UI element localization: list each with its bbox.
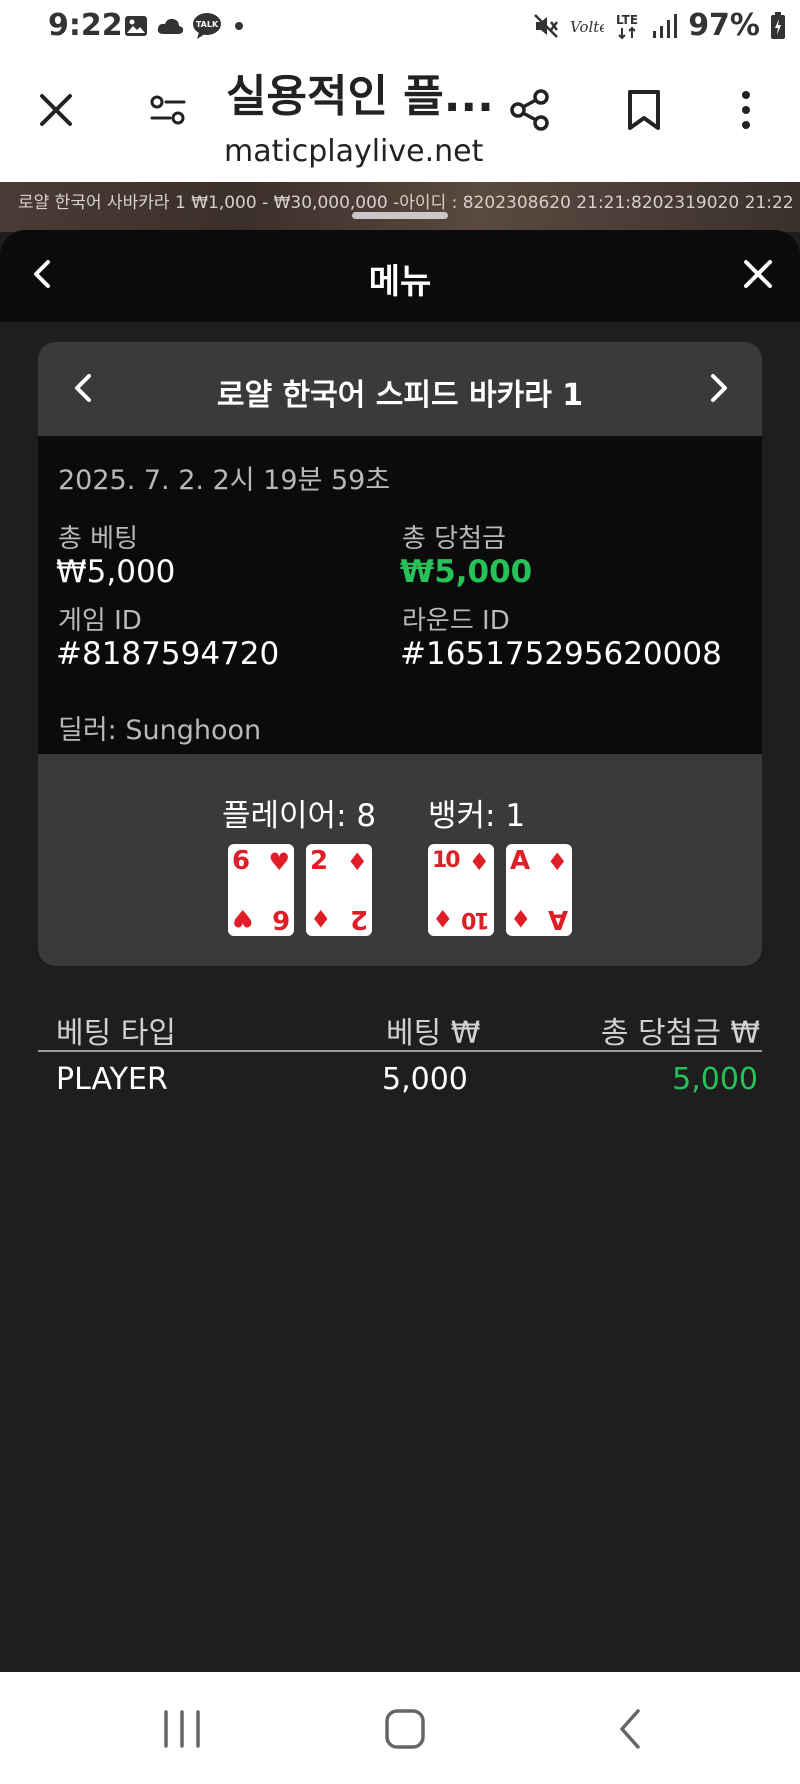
bookmark-icon <box>628 90 660 130</box>
game-id-label: 게임 ID <box>58 606 142 636</box>
system-nav-bar <box>0 1672 800 1784</box>
sheet-drag-handle[interactable] <box>352 212 448 219</box>
bet-win-cell: 5,000 <box>672 1062 758 1097</box>
more-options-button[interactable] <box>718 82 774 138</box>
player-card-1: 6 ♥ ♥ 6 <box>228 844 294 936</box>
back-icon <box>620 1709 640 1749</box>
talk-icon: TALK <box>193 13 221 39</box>
lte-icon: LTE <box>616 13 638 39</box>
svg-text:TALK: TALK <box>196 20 219 29</box>
game-name: 로얄 한국어 스피드 바카라 1 <box>216 378 584 413</box>
tune-icon <box>150 95 186 125</box>
home-button[interactable] <box>375 1702 435 1756</box>
share-button[interactable] <box>502 82 558 138</box>
bet-type-header: 베팅 타입 <box>56 1016 176 1051</box>
site-settings-button[interactable] <box>140 82 196 138</box>
total-bet-label: 총 베팅 <box>58 524 139 554</box>
dealer-name: 딜러: Sunghoon <box>58 715 262 746</box>
battery-icon <box>771 11 785 39</box>
close-icon <box>744 260 772 288</box>
bet-amount-header: 베팅 ₩ <box>386 1016 481 1051</box>
card-result-area: 플레이어: 8 뱅커: 1 6 ♥ ♥ 6 2 ♦ ♦ 2 10 ♦ ♦ 10 <box>38 754 762 966</box>
signal-icon <box>653 13 678 38</box>
game-details: 2025. 7. 2. 2시 19분 59초 총 베팅 ₩5,000 총 당첨금… <box>38 436 762 754</box>
dot-icon <box>235 22 243 30</box>
recent-apps-button[interactable] <box>152 1702 212 1756</box>
game-history-card: 로얄 한국어 스피드 바카라 1 2025. 7. 2. 2시 19분 59초 … <box>38 342 762 966</box>
share-icon <box>510 89 549 131</box>
bet-table: 베팅 타입 베팅 ₩ 총 당첨금 ₩ PLAYER 5,000 5,000 <box>38 1000 762 1108</box>
recent-apps-icon <box>164 1710 200 1748</box>
video-ticker: 로얄 한국어 사바카라 1 ₩1,000 - ₩30,000,000 -아이디 … <box>0 182 800 232</box>
chevron-right-icon <box>711 374 727 402</box>
total-bet-value: ₩5,000 <box>56 554 176 590</box>
browser-toolbar: 실용적인 플... maticplaylive.net <box>0 52 800 182</box>
page-title: 실용적인 플... <box>226 71 494 122</box>
banker-card-2: A ♦ ♦ A <box>506 844 572 936</box>
table-row: PLAYER 5,000 5,000 <box>38 1052 762 1108</box>
close-icon <box>40 94 72 126</box>
mute-icon <box>534 13 559 38</box>
player-card-2: 2 ♦ ♦ 2 <box>306 844 372 936</box>
next-game-button[interactable] <box>696 366 740 410</box>
notification-icons: TALK <box>124 12 248 40</box>
gallery-icon <box>125 16 147 36</box>
home-icon <box>385 1709 425 1749</box>
bet-amount-cell: 5,000 <box>382 1062 468 1097</box>
player-score: 플레이어: 8 <box>222 798 377 834</box>
close-tab-button[interactable] <box>28 82 84 138</box>
total-win-label: 총 당첨금 <box>402 524 506 554</box>
cloud-icon <box>157 18 184 34</box>
page-url[interactable]: maticplaylive.net <box>224 134 483 169</box>
system-icons: Volte LTE 97% <box>532 8 786 43</box>
bet-type-cell: PLAYER <box>56 1062 168 1097</box>
banker-card-1: 10 ♦ ♦ 10 <box>428 844 494 936</box>
menu-header: 메뉴 <box>0 230 800 322</box>
volte-icon: Volte <box>570 18 604 36</box>
menu-sheet: 메뉴 로얄 한국어 스피드 바카라 1 2025. 7. 2. 2시 19분 5… <box>0 230 800 1672</box>
game-header: 로얄 한국어 스피드 바카라 1 <box>38 342 762 436</box>
status-bar: 9:22 TALK Volte LTE 97% <box>0 0 800 52</box>
bet-table-header: 베팅 타입 베팅 ₩ 총 당첨금 ₩ <box>38 1000 762 1052</box>
round-id-label: 라운드 ID <box>402 606 510 636</box>
battery-percent: 97% <box>688 8 760 43</box>
menu-close-button[interactable] <box>736 252 780 296</box>
svg-text:LTE: LTE <box>616 13 638 27</box>
back-button[interactable] <box>600 1702 660 1756</box>
bet-win-header: 총 당첨금 ₩ <box>600 1016 760 1051</box>
banker-score: 뱅커: 1 <box>428 798 526 834</box>
game-id-value: #8187594720 <box>56 636 280 672</box>
round-id-value: #165175295620008 <box>400 636 722 672</box>
bookmark-button[interactable] <box>616 82 672 138</box>
total-win-value: ₩5,000 <box>400 554 533 590</box>
menu-title: 메뉴 <box>368 262 432 302</box>
ticker-text: 로얄 한국어 사바카라 1 ₩1,000 - ₩30,000,000 -아이디 … <box>18 193 794 213</box>
more-vertical-icon <box>742 91 750 129</box>
svg-text:Volte: Volte <box>570 18 604 36</box>
game-date: 2025. 7. 2. 2시 19분 59초 <box>58 465 391 496</box>
status-time: 9:22 <box>48 8 123 43</box>
